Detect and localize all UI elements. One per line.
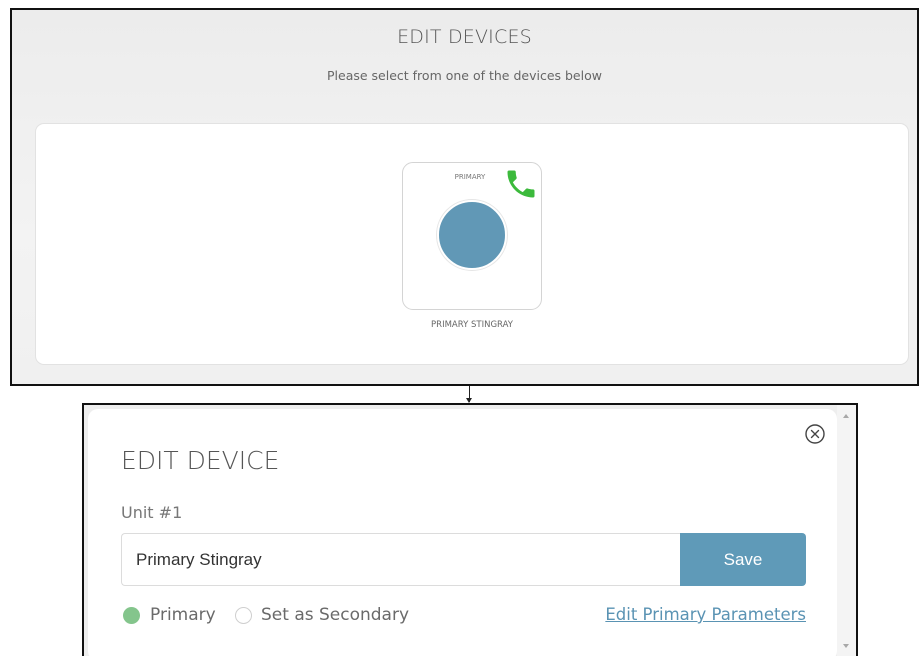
edit-primary-parameters-link[interactable]: Edit Primary Parameters [593, 605, 806, 624]
save-button[interactable]: Save [680, 533, 806, 586]
edit-device-modal: EDIT DEVICE Unit #1 Save Primary Set as … [88, 409, 837, 656]
modal-title: EDIT DEVICE [121, 446, 280, 475]
unit-label: Unit #1 [121, 503, 183, 522]
device-avatar [437, 200, 507, 270]
scrollbar[interactable] [837, 405, 856, 656]
radio-secondary[interactable] [235, 607, 252, 624]
device-name-label: PRIMARY STINGRAY [431, 320, 513, 330]
radio-primary[interactable] [123, 607, 140, 624]
scroll-up-icon[interactable] [843, 414, 849, 418]
edit-device-panel: EDIT DEVICE Unit #1 Save Primary Set as … [82, 403, 858, 656]
edit-devices-title: EDIT DEVICES [397, 26, 532, 48]
device-name-input[interactable] [121, 533, 681, 586]
edit-devices-subtitle: Please select from one of the devices be… [327, 68, 602, 83]
close-circle-icon[interactable] [804, 423, 826, 445]
scroll-down-icon[interactable] [843, 644, 849, 648]
radio-primary-label: Primary [150, 605, 216, 625]
device-card-primary-stingray[interactable]: PRIMARY [402, 162, 542, 310]
phone-icon [507, 170, 535, 198]
edit-devices-panel: EDIT DEVICES Please select from one of t… [10, 8, 919, 386]
radio-secondary-label: Set as Secondary [261, 605, 410, 625]
device-list: PRIMARY PRIMARY STINGRAY [35, 123, 909, 365]
